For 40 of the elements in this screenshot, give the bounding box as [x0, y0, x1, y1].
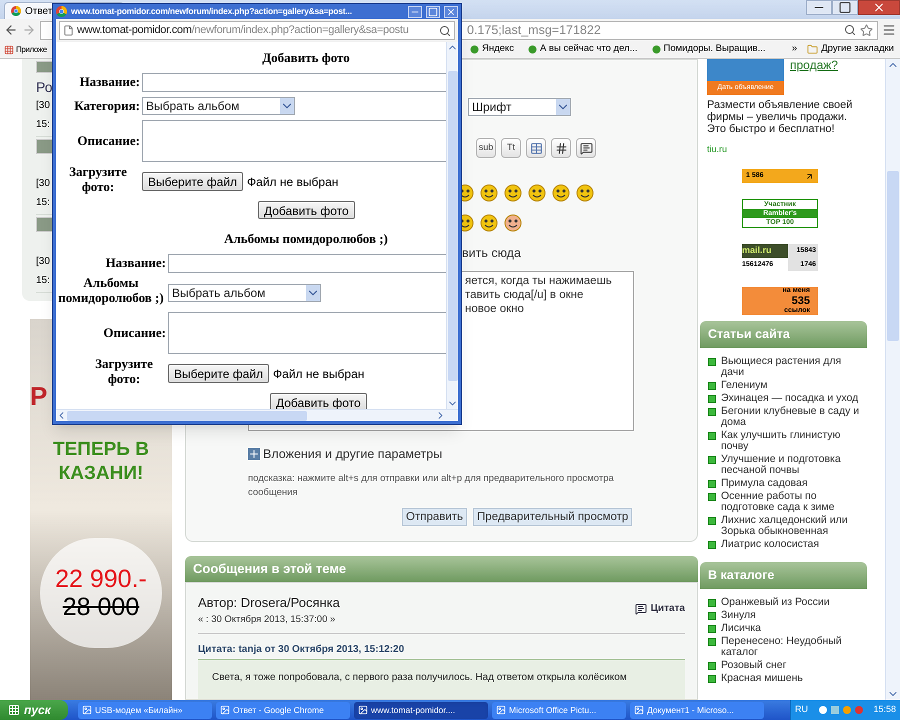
ad-price: 22 990.-	[55, 564, 147, 593]
clock: 15:58	[873, 703, 896, 716]
message-text: новое окно	[465, 302, 525, 316]
dropdown-value: Выбрать альбом	[146, 98, 240, 115]
post-author: Автор: Drosera/Росянка	[198, 594, 340, 612]
field-label: Альбомы помидоролюбов ;)	[57, 275, 165, 305]
ad-headline: Р	[30, 380, 48, 413]
section-title: Сообщения в этой теме	[193, 560, 346, 578]
photo-date: [30	[36, 99, 50, 113]
quote-header: Цитата: tanja от 30 Октября 2013, 15:12:20	[198, 643, 406, 657]
ad-slogan: ТЕПЕРЬ В КАЗАНИ!	[52, 438, 150, 486]
file-status: Файл не выбран	[247, 174, 338, 190]
field-label: Название:	[80, 74, 140, 89]
quote-text: Света, я тоже попробовала, с первого раза получилось. Над ответом открыла колёсиком	[212, 672, 627, 683]
section-heading: Альбомы помидоролюбов ;)	[224, 231, 388, 246]
field-label: Описание:	[77, 133, 140, 148]
post-date: « : 30 Октября 2013, 15:37:00 »	[198, 612, 336, 627]
message-text: тавить сюда[/u] в окне	[465, 288, 584, 302]
file-status: Файл не выбран	[273, 366, 364, 382]
photo-time: 15:	[36, 196, 50, 210]
message-text: яется, когда ты нажимаешь	[465, 274, 613, 288]
url-text: www.tomat-pomidor.com/newforum/index.php?action=gallery&sa=postu	[77, 23, 409, 38]
field-label: Категория:	[74, 98, 140, 113]
section-title: Статьи сайта	[708, 326, 790, 344]
dropdown-value: Шрифт	[472, 99, 512, 116]
field-label: Загрузите фото:	[94, 356, 154, 386]
section-title: В каталоге	[708, 567, 774, 584]
photo-date: [30	[36, 255, 50, 269]
field-label: Загрузите фото:	[68, 164, 128, 194]
photo-time: 15:	[36, 118, 50, 132]
photo-time: 15:	[36, 274, 50, 288]
field-label: Описание:	[103, 325, 166, 340]
ad-old-price: 28 000	[62, 592, 140, 621]
section-heading: Добавить фото	[262, 50, 350, 65]
url-text: 0.175;last_msg=171822	[467, 22, 601, 39]
field-label: Название:	[106, 255, 166, 270]
hint-text: подсказка: нажмите alt+s для отправки или alt+p для предварительного просмотра сообщения	[248, 472, 615, 500]
ad-text: Размести объявление своей фирмы – увеличь продажи. Это быстро и бесплатно!	[707, 99, 854, 135]
dropdown-value: Выбрать альбом	[172, 284, 266, 302]
photo-date: [30	[36, 177, 50, 191]
